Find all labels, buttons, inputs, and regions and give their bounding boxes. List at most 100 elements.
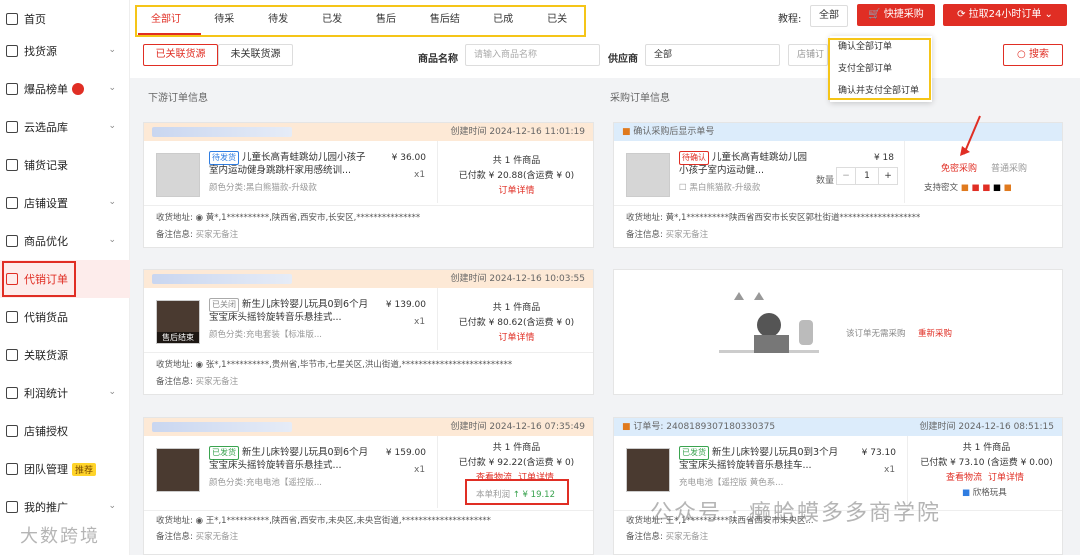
product-spec: 颜色分类:充电套装【标准版... <box>209 330 322 340</box>
shipping-address: 收货地址: ◉ 黄*,1**********,陕西省,西安市,长安区,*****… <box>156 213 421 223</box>
divider <box>904 141 905 203</box>
order-detail-link[interactable]: 订单详情 <box>444 183 589 196</box>
product-title[interactable]: 已关闭 新生儿床铃婴儿玩具0到6个月宝宝床头摇铃旋转音乐悬挂式... <box>209 298 369 324</box>
divider <box>614 205 1062 206</box>
purchase-order-card: ■ 订单号: 2408189307180330375 创建时间 2024-12-1… <box>613 417 1063 555</box>
sidebar-item-cloud-library[interactable]: 云选品库 ⌄ <box>0 108 130 146</box>
purchase-empty-card: 该订单无需采购 重新采购 <box>613 269 1063 395</box>
order-detail-link[interactable]: 订单详情 <box>444 330 589 343</box>
product-spec: 颜色分类:黑白熊猫款-升级款 <box>209 183 317 193</box>
all-button[interactable]: 全部 <box>810 5 848 27</box>
hot-badge-icon <box>72 83 84 95</box>
filter-bar: 已关联货源 未关联货源 商品名称 请输入商品名称 供应商 全部 店铺订 ○ 搜索 <box>130 38 1080 78</box>
product-spec: 颜色分类:充电电池【遥控版... <box>209 478 322 488</box>
quantity-stepper[interactable]: −1 + <box>836 167 898 185</box>
tutorial-label[interactable]: 教程: <box>778 10 801 25</box>
repurchase-link[interactable]: 重新采购 <box>918 327 952 339</box>
record-icon <box>6 159 18 171</box>
paid-amount: 已付款 ¥ 73.10 (含运费 ¥ 0.00) <box>920 458 1053 468</box>
sidebar-item-linked-source[interactable]: 关联货源 <box>0 336 130 374</box>
store-icon <box>6 197 18 209</box>
shop-name[interactable]: ■ 欣格玩具 <box>962 486 1007 498</box>
paid-amount: 已付款 ¥ 92.22(含运费 ¥ 0) <box>458 458 575 468</box>
order-id-blurred <box>152 273 292 284</box>
no-purchase-text: 该订单无需采购 <box>846 329 906 339</box>
eye-icon[interactable]: ◉ <box>196 516 203 526</box>
douyin-icon: ■ <box>992 183 1001 193</box>
unlinked-source-button[interactable]: 未关联货源 <box>218 44 293 66</box>
product-price: ¥ 18 <box>873 153 894 163</box>
linked-source-button[interactable]: 已关联货源 <box>143 44 218 66</box>
product-title[interactable]: 待发货 儿童长高青蛙跳幼儿园小孩子室内运动健身跳跳杆家用感统训... <box>209 151 369 177</box>
eye-icon[interactable]: ◉ <box>196 213 203 223</box>
order-created-time: 创建时间 2024-12-16 10:03:55 <box>450 274 585 284</box>
eye-icon[interactable]: ◉ <box>196 360 203 370</box>
purchase-card-header: ■ 确认采购后显示单号 <box>614 123 1062 141</box>
purchase-order-card: ■ 确认采购后显示单号 待确认 儿童长高青蛙跳幼儿园小孩子室内运动健... ☐ 黑… <box>613 122 1063 248</box>
product-name-input[interactable]: 请输入商品名称 <box>465 44 600 66</box>
promo-icon <box>6 501 18 513</box>
plus-icon[interactable]: + <box>879 168 897 184</box>
sidebar-item-consignment-goods[interactable]: 代销货品 <box>0 298 130 336</box>
status-badge: 已发货 <box>679 446 709 460</box>
product-title[interactable]: 待确认 儿童长高青蛙跳幼儿园小孩子室内运动健... <box>679 151 809 177</box>
chevron-down-icon: ⌄ <box>108 197 116 207</box>
downstream-section-title: 下游订单信息 <box>148 93 208 104</box>
order-card-header: 创建时间 2024-12-16 07:35:49 <box>144 418 593 436</box>
store-order-select[interactable]: 店铺订 <box>788 44 828 66</box>
status-badge: 已关闭 <box>209 298 239 312</box>
pull-orders-button[interactable]: ⟳ 拉取24小时订单 ⌄ <box>943 4 1067 26</box>
downstream-order-card: 创建时间 2024-12-16 10:03:55 售后结束 已关闭 新生儿床铃婴儿… <box>143 269 594 395</box>
search-button[interactable]: ○ 搜索 <box>1003 44 1063 66</box>
cart-icon: 🛒 <box>868 9 884 20</box>
auth-icon <box>6 425 18 437</box>
order-created-time: 创建时间 2024-12-16 11:01:19 <box>450 127 585 137</box>
product-image <box>156 448 200 492</box>
remark-info: 备注信息: 买家无备注 <box>626 230 709 240</box>
refresh-icon: ⟳ <box>957 9 969 20</box>
sidebar-item-hot-list[interactable]: 爆品榜单 ⌄ <box>0 70 130 108</box>
search-goods-icon <box>6 45 18 57</box>
sidebar-item-store-auth[interactable]: 店铺授权 <box>0 412 130 450</box>
sidebar-item-listing-record[interactable]: 铺货记录 <box>0 146 130 184</box>
order-id-blurred <box>152 421 292 432</box>
sidebar-item-find-source[interactable]: 找货源 ⌄ <box>0 32 130 70</box>
checkbox-icon[interactable]: ☐ <box>679 183 689 193</box>
downstream-order-card: 创建时间 2024-12-16 11:01:19 待发货 儿童长高青蛙跳幼儿园小孩… <box>143 122 594 248</box>
product-title[interactable]: 已发货 新生儿床铃婴儿玩具0到6个月宝宝床头摇铃旋转音乐悬挂式... <box>209 446 369 472</box>
quick-purchase-button[interactable]: 🛒 快捷采购 <box>857 4 935 26</box>
optimize-icon <box>6 235 18 247</box>
sidebar-item-product-optimize[interactable]: 商品优化 ⌄ <box>0 222 130 260</box>
taobao-icon: ■ <box>960 183 969 193</box>
chevron-down-icon: ⌄ <box>108 235 116 245</box>
product-title[interactable]: 已发货 新生儿床铃婴儿玩具0到3个月宝宝床头摇铃旋转音乐悬挂车... <box>679 446 839 472</box>
product-qty: x1 <box>414 170 426 180</box>
watermark-text: 公众号 · 癞蛤蟆多多商学院 <box>650 501 941 526</box>
remark-info: 备注信息: 买家无备注 <box>156 377 239 387</box>
logistics-link[interactable]: 查看物流 <box>944 470 984 483</box>
sidebar-item-store-settings[interactable]: 店铺设置 ⌄ <box>0 184 130 222</box>
order-card-header: 创建时间 2024-12-16 10:03:55 <box>144 270 593 288</box>
after-sale-label: 售后结束 <box>157 332 199 343</box>
normal-purchase-link[interactable]: 普通采购 <box>984 161 1034 174</box>
product-price: ¥ 73.10 <box>861 448 896 458</box>
sidebar-item-team[interactable]: 团队管理 推荐 <box>0 450 130 488</box>
product-price: ¥ 139.00 <box>385 300 426 310</box>
divider <box>144 205 593 206</box>
order-detail-link[interactable]: 订单详情 <box>986 470 1026 483</box>
chevron-down-icon: ⌄ <box>108 387 116 397</box>
minus-icon[interactable]: − <box>837 168 855 184</box>
free-purchase-link[interactable]: 免密采购 <box>934 161 984 174</box>
product-name-label: 商品名称 <box>418 54 458 65</box>
sidebar-item-profit-stats[interactable]: 利润统计 ⌄ <box>0 374 130 412</box>
order-card-header: 创建时间 2024-12-16 11:01:19 <box>144 123 593 141</box>
divider <box>437 288 438 350</box>
shop-icon: ■ <box>962 488 973 498</box>
highlight-box-dropdown <box>828 38 931 100</box>
sidebar-item-my-promo[interactable]: 我的推广 ⌄ <box>0 488 130 526</box>
supplier-select[interactable]: 全部 <box>645 44 780 66</box>
team-icon <box>6 463 18 475</box>
order-id-blurred <box>152 126 292 137</box>
item-count: 共 1 件商品 <box>492 303 541 313</box>
divider <box>144 352 593 353</box>
